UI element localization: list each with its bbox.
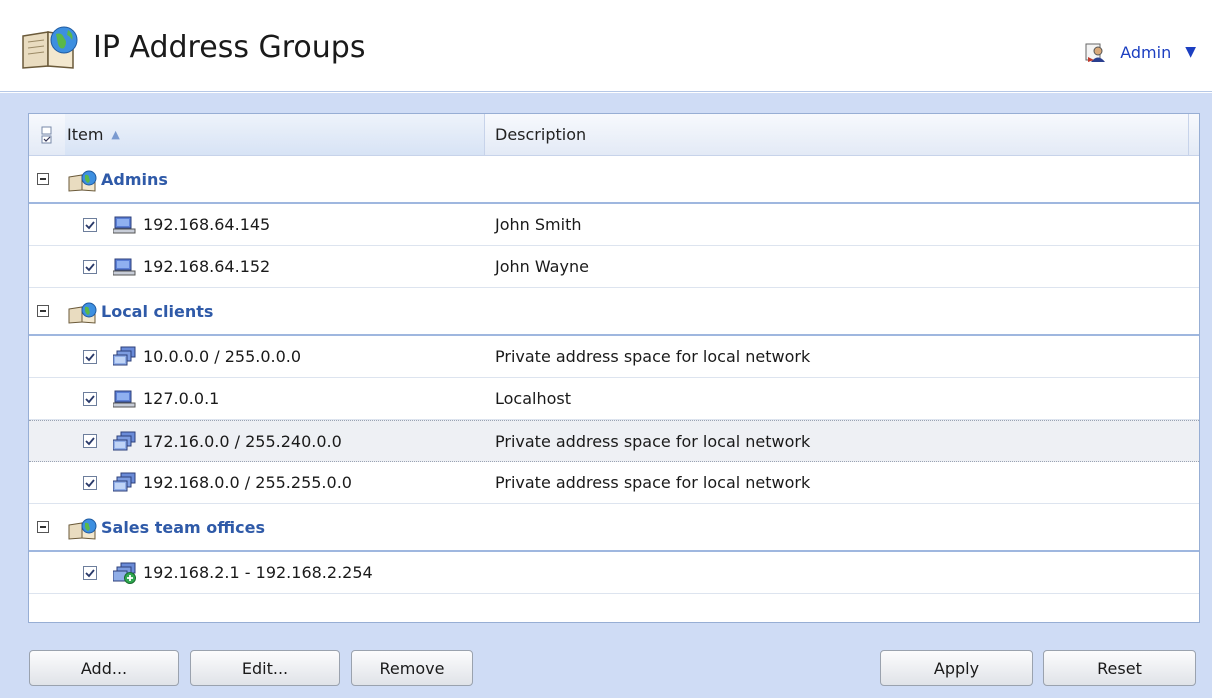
table-row[interactable]: 192.168.64.152 John Wayne [29, 246, 1199, 288]
address-cell: 192.168.0.0 / 255.255.0.0 [143, 473, 352, 492]
address-cell: 172.16.0.0 / 255.240.0.0 [143, 431, 342, 451]
group-label: Admins [101, 169, 168, 189]
network-icon [113, 431, 136, 451]
table-row[interactable]: 192.168.2.1 - 192.168.2.254 [29, 552, 1199, 594]
address-group-icon [68, 518, 97, 540]
group-row[interactable]: Admins [29, 156, 1199, 204]
table-row[interactable]: 192.168.0.0 / 255.255.0.0 Private address… [29, 462, 1199, 504]
column-header-item-label: Item [67, 125, 104, 144]
column-header-description[interactable]: Description [485, 114, 1189, 155]
address-cell: 127.0.0.1 [143, 389, 220, 408]
group-row[interactable]: Sales team offices [29, 504, 1199, 552]
address-book-globe-icon [22, 26, 78, 69]
address-cell: 10.0.0.0 / 255.0.0.0 [143, 347, 302, 366]
row-checkbox[interactable] [83, 565, 97, 580]
row-checkbox[interactable] [83, 434, 97, 448]
user-icon [1085, 43, 1106, 62]
remove-button[interactable]: Remove [351, 650, 473, 686]
network-icon [113, 472, 136, 492]
address-group-icon [68, 302, 97, 324]
description-cell: Private address space for local network [495, 431, 811, 451]
collapse-toggle-icon[interactable] [37, 305, 49, 317]
user-menu[interactable]: Admin ▼ [1084, 40, 1196, 64]
edit-button[interactable]: Edit... [190, 650, 340, 686]
host-icon [113, 216, 136, 234]
group-label: Sales team offices [101, 517, 265, 537]
column-header-description-label: Description [495, 125, 587, 144]
page-header: IP Address Groups Admin ▼ [0, 0, 1212, 92]
table-row[interactable]: 192.168.64.145 John Smith [29, 204, 1199, 246]
address-cell: 192.168.64.145 [143, 215, 271, 234]
sort-ascending-icon: ▲ [111, 128, 120, 141]
group-row[interactable]: Local clients [29, 288, 1199, 336]
add-button[interactable]: Add... [29, 650, 179, 686]
row-checkbox[interactable] [83, 259, 97, 274]
collapse-toggle-icon[interactable] [37, 173, 49, 185]
chevron-down-icon[interactable]: ▼ [1185, 44, 1196, 60]
reset-button[interactable]: Reset [1043, 650, 1196, 686]
description-cell: Private address space for local network [495, 473, 811, 492]
select-all-column[interactable] [29, 114, 65, 155]
column-header-item[interactable]: Item ▲ [65, 114, 485, 155]
grid-header: Item ▲ Description [29, 114, 1199, 156]
row-checkbox[interactable] [83, 475, 97, 490]
network-icon [113, 346, 136, 366]
grid-rows: Admins 192.168.64.145 John Smith 192.168.64… [29, 156, 1199, 594]
row-checkbox[interactable] [83, 217, 97, 232]
description-cell: Localhost [495, 389, 572, 408]
user-name[interactable]: Admin [1120, 43, 1171, 62]
row-checkbox[interactable] [83, 349, 97, 364]
select-all-icon[interactable] [41, 126, 53, 144]
description-cell: John Wayne [495, 257, 589, 276]
apply-button[interactable]: Apply [880, 650, 1033, 686]
page-title: IP Address Groups [93, 30, 366, 65]
table-row[interactable]: 127.0.0.1 Localhost [29, 378, 1199, 420]
address-cell: 192.168.64.152 [143, 257, 271, 276]
collapse-toggle-icon[interactable] [37, 521, 49, 533]
table-row[interactable]: 172.16.0.0 / 255.240.0.0 Private address … [29, 420, 1199, 462]
table-row[interactable]: 10.0.0.0 / 255.0.0.0 Private address spac… [29, 336, 1199, 378]
network-range-icon [113, 562, 136, 584]
host-icon [113, 390, 136, 408]
ip-groups-grid: Item ▲ Description Admins 192.168.64.145 J… [28, 113, 1200, 623]
description-cell: John Smith [495, 215, 582, 234]
address-group-icon [68, 170, 97, 192]
group-label: Local clients [101, 301, 214, 321]
main-panel: Item ▲ Description Admins 192.168.64.145 J… [0, 93, 1212, 698]
row-checkbox[interactable] [83, 391, 97, 406]
host-icon [113, 258, 136, 276]
address-cell: 192.168.2.1 - 192.168.2.254 [143, 563, 373, 582]
description-cell: Private address space for local network [495, 347, 811, 366]
